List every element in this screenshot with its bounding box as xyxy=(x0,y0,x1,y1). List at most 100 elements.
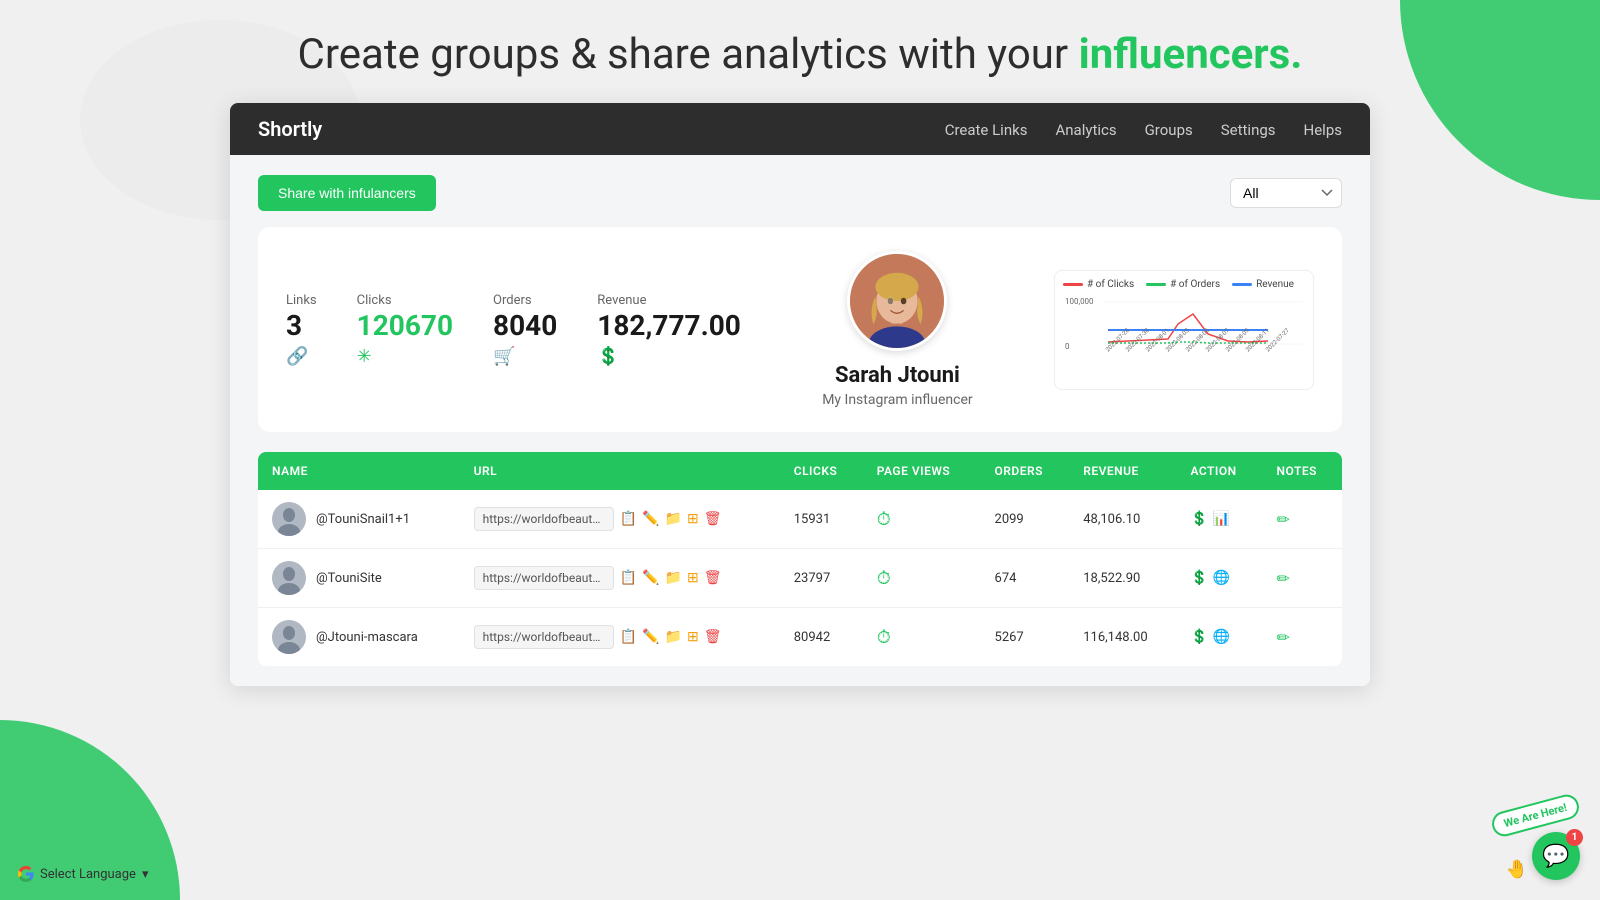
user-avatar-3 xyxy=(272,620,306,654)
metric-clicks: Clicks 120670 ✳ xyxy=(357,293,453,367)
cell-notes-1[interactable]: ✏ xyxy=(1263,490,1342,549)
filter-select[interactable]: All This Month Last Month This Year xyxy=(1230,178,1342,208)
navbar-nav: Create Links Analytics Groups Settings H… xyxy=(945,120,1342,139)
table-row: @TouniSnail1+1 https://worldofbeautyg...… xyxy=(258,490,1342,549)
cell-name-3: @Jtouni-mascara xyxy=(258,608,460,667)
navbar-brand: Shortly xyxy=(258,117,322,141)
share-button[interactable]: Share with infulancers xyxy=(258,175,436,211)
user-avatar-2 xyxy=(272,561,306,595)
user-avatar-1 xyxy=(272,502,306,536)
app-window: Shortly Create Links Analytics Groups Se… xyxy=(230,103,1370,686)
legend-clicks-color xyxy=(1063,283,1083,286)
nav-item-settings[interactable]: Settings xyxy=(1221,120,1276,139)
cell-url-1: https://worldofbeautyg... 📋 ✏️ 📁 ⊞ 🗑 xyxy=(460,490,780,549)
cell-notes-3[interactable]: ✏ xyxy=(1263,608,1342,667)
top-controls: Share with infulancers All This Month La… xyxy=(258,175,1342,211)
cell-clicks-2: 23797 xyxy=(780,549,863,608)
profile-avatar xyxy=(847,251,947,351)
link-icon: 🔗 xyxy=(286,346,308,367)
col-name: NAME xyxy=(258,452,460,490)
metric-links: Links 3 🔗 xyxy=(286,293,317,367)
delete-icon[interactable]: 🗑 xyxy=(704,629,722,645)
globe-action-icon[interactable]: 🌐 xyxy=(1213,570,1230,586)
legend-orders-color xyxy=(1146,283,1166,286)
delete-icon[interactable]: 🗑 xyxy=(704,511,722,527)
cell-action-2: 💲 🌐 xyxy=(1176,549,1262,608)
svg-text:100,000: 100,000 xyxy=(1065,297,1094,306)
table-row: @Jtouni-mascara https://worldofbeautyme.… xyxy=(258,608,1342,667)
add-icon[interactable]: 📁 xyxy=(665,511,682,527)
cell-clicks-3: 80942 xyxy=(780,608,863,667)
revenue-action-icon[interactable]: 💲 xyxy=(1190,629,1207,645)
cell-action-3: 💲 🌐 xyxy=(1176,608,1262,667)
qr-icon[interactable]: ⊞ xyxy=(687,511,699,527)
edit-icon[interactable]: ✏️ xyxy=(642,570,659,586)
avatar-illustration xyxy=(850,251,944,351)
navbar: Shortly Create Links Analytics Groups Se… xyxy=(230,103,1370,155)
cell-url-2: https://worldofbeautys... 📋 ✏️ 📁 ⊞ 🗑 xyxy=(460,549,780,608)
col-url: URL xyxy=(460,452,780,490)
cell-pageviews-2: ⏱ xyxy=(863,549,981,608)
url-icons-3: 📋 ✏️ 📁 ⊞ 🗑 xyxy=(620,629,722,645)
metric-revenue: Revenue 182,777.00 💲 xyxy=(597,293,741,367)
edit-icon[interactable]: ✏️ xyxy=(642,629,659,645)
stats-metrics: Links 3 🔗 Clicks 120670 ✳ Orders 8040 🛒 xyxy=(286,293,741,367)
col-clicks: CLICKS xyxy=(780,452,863,490)
cell-pageviews-3: ⏱ xyxy=(863,608,981,667)
cell-pageviews-1: ⏱ xyxy=(863,490,981,549)
order-icon: 🛒 xyxy=(493,346,515,367)
table-header-row: NAME URL CLICKS PAGE VIEWS ORDERS REVENU… xyxy=(258,452,1342,490)
nav-item-helps[interactable]: Helps xyxy=(1304,120,1342,139)
legend-orders: # of Orders xyxy=(1146,279,1220,290)
svg-text:0: 0 xyxy=(1065,342,1070,351)
stats-card: Links 3 🔗 Clicks 120670 ✳ Orders 8040 🛒 xyxy=(258,227,1342,432)
col-pageviews: PAGE VIEWS xyxy=(863,452,981,490)
qr-icon[interactable]: ⊞ xyxy=(687,629,699,645)
cell-revenue-2: 18,522.90 xyxy=(1069,549,1176,608)
edit-icon[interactable]: ✏️ xyxy=(642,511,659,527)
profile-description: My Instagram influencer xyxy=(822,392,972,408)
cell-name-2: @TouniSite xyxy=(258,549,460,608)
data-table: NAME URL CLICKS PAGE VIEWS ORDERS REVENU… xyxy=(258,452,1342,666)
revenue-action-icon[interactable]: 💲 xyxy=(1190,511,1207,527)
copy-icon[interactable]: 📋 xyxy=(620,511,637,527)
qr-icon[interactable]: ⊞ xyxy=(687,570,699,586)
chart-area: # of Clicks # of Orders Revenue xyxy=(1054,270,1314,390)
cell-name-1: @TouniSnail1+1 xyxy=(258,490,460,549)
legend-revenue: Revenue xyxy=(1232,279,1294,290)
cell-notes-2[interactable]: ✏ xyxy=(1263,549,1342,608)
add-icon[interactable]: 📁 xyxy=(665,629,682,645)
cell-orders-1: 2099 xyxy=(981,490,1070,549)
cell-orders-2: 674 xyxy=(981,549,1070,608)
cell-clicks-1: 15931 xyxy=(780,490,863,549)
cell-action-1: 💲 📊 xyxy=(1176,490,1262,549)
chart-action-icon[interactable]: 📊 xyxy=(1213,511,1230,527)
col-revenue: REVENUE xyxy=(1069,452,1176,490)
line-chart: 100,000 0 2022-07-28 xyxy=(1063,294,1303,374)
nav-item-create-links[interactable]: Create Links xyxy=(945,120,1028,139)
cell-orders-3: 5267 xyxy=(981,608,1070,667)
nav-item-analytics[interactable]: Analytics xyxy=(1055,120,1116,139)
cell-revenue-3: 116,148.00 xyxy=(1069,608,1176,667)
cell-revenue-1: 48,106.10 xyxy=(1069,490,1176,549)
delete-icon[interactable]: 🗑 xyxy=(704,570,722,586)
add-icon[interactable]: 📁 xyxy=(665,570,682,586)
url-icons-1: 📋 ✏️ 📁 ⊞ 🗑 xyxy=(620,511,722,527)
copy-icon[interactable]: 📋 xyxy=(620,570,637,586)
profile-name: Sarah Jtouni xyxy=(835,363,960,388)
profile-section: Sarah Jtouni My Instagram influencer xyxy=(781,251,1014,408)
revenue-action-icon[interactable]: 💲 xyxy=(1190,570,1207,586)
hero-headline: Create groups & share analytics with you… xyxy=(298,30,1303,79)
revenue-icon: 💲 xyxy=(597,346,619,367)
globe-action-icon[interactable]: 🌐 xyxy=(1213,629,1230,645)
chart-legend: # of Clicks # of Orders Revenue xyxy=(1063,279,1305,290)
nav-item-groups[interactable]: Groups xyxy=(1145,120,1193,139)
copy-icon[interactable]: 📋 xyxy=(620,629,637,645)
legend-clicks: # of Clicks xyxy=(1063,279,1134,290)
metric-orders: Orders 8040 🛒 xyxy=(493,293,557,367)
url-icons-2: 📋 ✏️ 📁 ⊞ 🗑 xyxy=(620,570,722,586)
content-area: Share with infulancers All This Month La… xyxy=(230,155,1370,686)
col-notes: NOTES xyxy=(1263,452,1342,490)
table-row: @TouniSite https://worldofbeautys... 📋 ✏… xyxy=(258,549,1342,608)
legend-revenue-color xyxy=(1232,283,1252,286)
